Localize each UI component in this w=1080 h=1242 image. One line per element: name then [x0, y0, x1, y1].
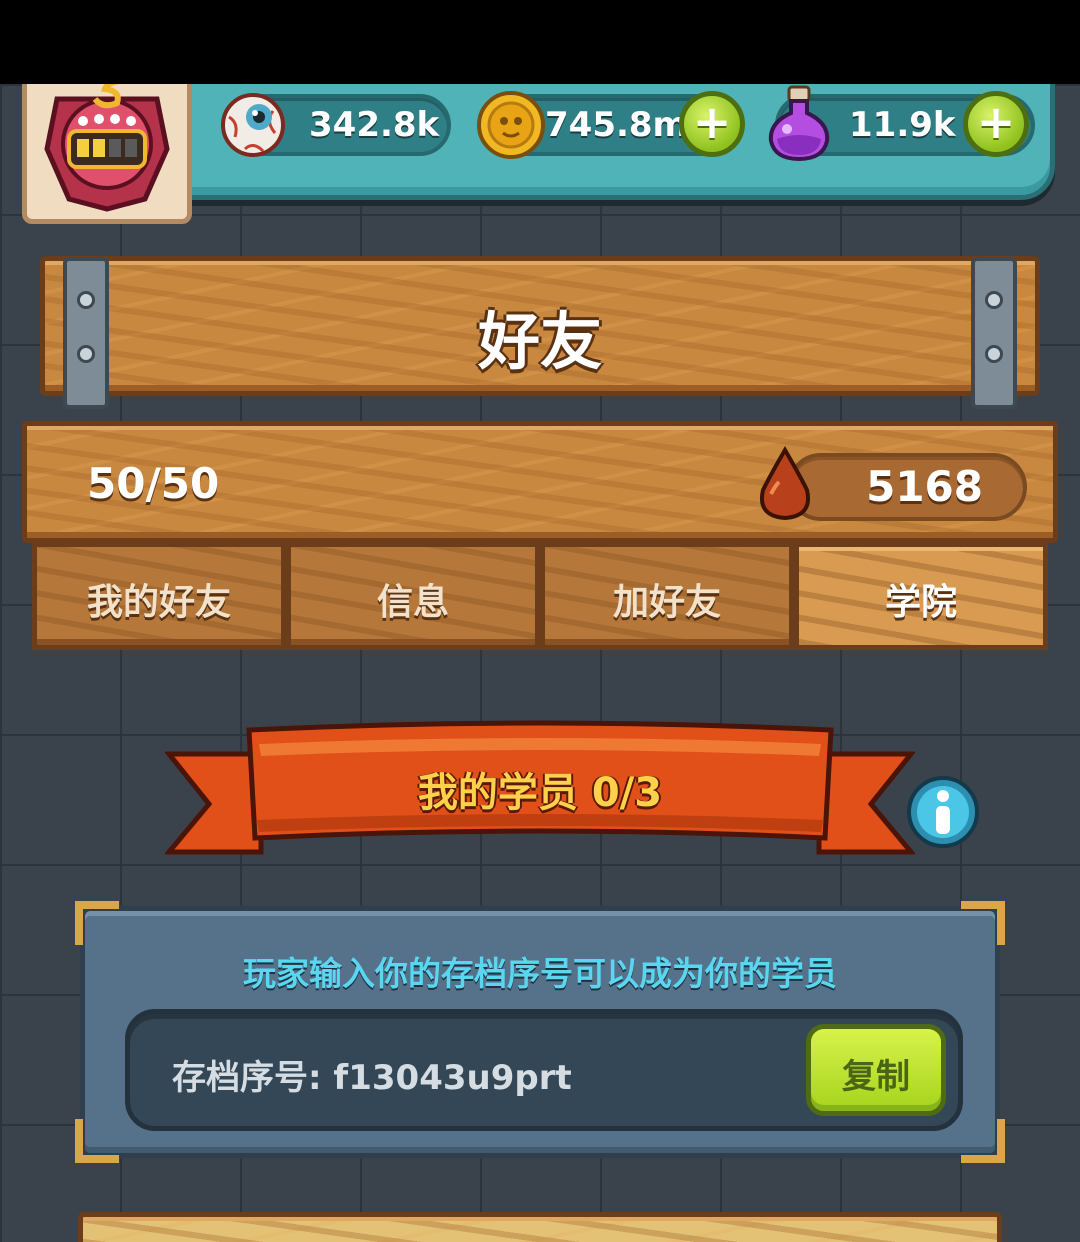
add-potions-button[interactable]: +: [963, 91, 1029, 157]
copy-label: 复制: [842, 1057, 910, 1097]
students-title: 我的学员 0/3: [417, 770, 663, 816]
plus-icon: +: [976, 95, 1016, 149]
potion-count: 11.9k: [849, 105, 956, 145]
save-code: 存档序号: f13043u9prt: [172, 1058, 572, 1098]
friend-count: 50/50: [87, 459, 220, 508]
blood-counter: 5168: [787, 453, 1027, 521]
potion-icon: [768, 85, 830, 162]
tab-label: 加好友: [612, 582, 721, 623]
add-coins-button[interactable]: +: [679, 91, 745, 157]
students-ribbon: 我的学员 0/3: [163, 720, 917, 880]
blood-count: 5168: [866, 462, 983, 511]
tab-messages[interactable]: 信息: [286, 542, 540, 650]
badge-icon: [44, 84, 170, 212]
game-screen: 342.8k 745.8m + 11.9k + 好友 50/50 5168 我的…: [0, 84, 1080, 1242]
tab-my-friends[interactable]: 我的好友: [32, 542, 286, 650]
page-title: 好友: [477, 305, 602, 378]
info-icon[interactable]: [905, 774, 981, 850]
save-code-box: 存档序号: f13043u9prt 复制: [125, 1009, 963, 1131]
coin-count: 745.8m: [545, 105, 688, 145]
resource-bar: 342.8k 745.8m + 11.9k +: [150, 84, 1055, 200]
bottom-plank: [78, 1212, 1002, 1242]
tab-add-friend[interactable]: 加好友: [540, 542, 794, 650]
eyeball-count: 342.8k: [309, 105, 440, 145]
coin-icon: [477, 91, 545, 159]
tab-academy[interactable]: 学院: [794, 542, 1048, 650]
panel-hint: 玩家输入你的存档序号可以成为你的学员: [243, 954, 837, 993]
save-code-panel: 玩家输入你的存档序号可以成为你的学员 存档序号: f13043u9prt 复制: [75, 901, 1005, 1163]
blood-drop-icon: [760, 446, 810, 521]
player-badge[interactable]: [22, 84, 192, 224]
stats-plank: 50/50 5168: [22, 421, 1058, 543]
plus-icon: +: [692, 95, 732, 149]
title-plank: 好友: [40, 256, 1040, 409]
eyeball-icon: [221, 93, 285, 157]
copy-button[interactable]: 复制: [806, 1024, 946, 1116]
tab-label: 信息: [376, 582, 449, 623]
tab-label: 我的好友: [86, 582, 231, 623]
tab-label: 学院: [884, 582, 957, 623]
tab-bar: 我的好友 信息 加好友 学院: [32, 542, 1048, 650]
